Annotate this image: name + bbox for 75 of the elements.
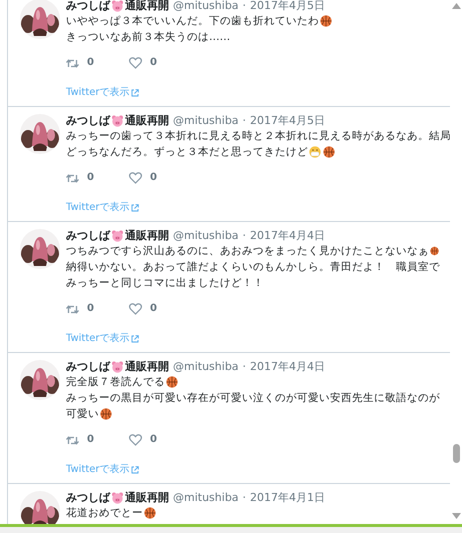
basketball-icon — [166, 376, 178, 388]
tweet-date: 2017年4月5日 — [250, 0, 326, 13]
tweet-text: どっちなんだろ。ずっと３本だと思ってきたけど — [66, 145, 308, 160]
author-name: みつしば — [66, 491, 110, 505]
tweet-date: 2017年4月1日 — [250, 491, 326, 505]
pig-face-icon — [111, 115, 124, 127]
pig-face-icon — [111, 492, 124, 504]
retweet-icon — [66, 172, 79, 184]
tweet-text: 花道おめでとー — [66, 506, 143, 521]
author-name: みつしば — [66, 360, 110, 374]
view-on-twitter-link[interactable]: Twitterで表示 — [66, 86, 130, 100]
author-handle: @mitushiba — [173, 229, 239, 243]
like-button[interactable]: 0 — [129, 302, 192, 316]
external-link-icon — [130, 204, 139, 212]
tweet-date: 2017年4月4日 — [250, 229, 326, 243]
pig-face-icon — [111, 361, 124, 373]
scroll-up-arrow-icon[interactable] — [452, 3, 460, 9]
retweet-icon — [66, 434, 79, 446]
tweet-text: いややっぱ３本でいいんだ。下の歯も折れていたわ — [66, 14, 319, 29]
tweet-date: 2017年4月4日 — [250, 360, 326, 374]
tweet-text: つちみつですら沢山あるのに、あおみつをまったく見かけたことないなぁ — [66, 244, 429, 259]
author-handle: @mitushiba — [173, 491, 239, 505]
mask-face-icon — [309, 146, 321, 158]
pig-face-icon — [111, 230, 124, 242]
retweet-button[interactable]: 0 — [66, 302, 129, 316]
retweet-icon — [66, 58, 79, 68]
tweet-text: 完全版７巻読んでる — [66, 375, 165, 390]
author-handle: @mitushiba — [173, 360, 239, 374]
author-name: みつしば — [66, 229, 110, 243]
author-name: 通販再開 — [125, 114, 169, 128]
external-link-icon — [130, 335, 139, 343]
view-on-twitter-link[interactable]: Twitterで表示 — [66, 201, 130, 215]
separator: · — [242, 229, 246, 243]
author-name: 通販再開 — [125, 360, 169, 374]
author-handle: @mitushiba — [173, 114, 239, 128]
separator: · — [242, 491, 246, 505]
pig-face-icon — [111, 0, 124, 12]
tweet-text: 納得いかない。あおって誰だよくらいのもんかしら。青田だよ！ 職員室で — [66, 260, 440, 275]
retweet-button[interactable]: 0 — [66, 56, 129, 70]
tweet-text: みっちーと同じコマに出ましたけど！！ — [66, 276, 264, 291]
basketball-icon — [430, 245, 439, 257]
retweet-button[interactable]: 0 — [66, 171, 129, 185]
basketball-icon — [320, 15, 332, 27]
tweet-text: みっちーの黒目が可愛い存在が可愛い泣くのが可愛い安西先生に敬語なのが — [66, 391, 440, 406]
author-name: 通販再開 — [125, 229, 169, 243]
external-link-icon — [130, 89, 139, 97]
basketball-icon — [323, 146, 335, 158]
author-name: みつしば — [66, 0, 110, 13]
author-name: 通販再開 — [125, 491, 169, 505]
tweet-text: きっついなあ前３本失うのは…… — [66, 30, 230, 45]
separator: · — [242, 0, 246, 13]
separator: · — [242, 360, 246, 374]
author-name: みつしば — [66, 114, 110, 128]
heart-icon — [129, 172, 142, 184]
author-handle: @mitushiba — [173, 0, 239, 13]
basketball-icon — [144, 507, 156, 519]
retweet-icon — [66, 304, 79, 314]
like-button[interactable]: 0 — [129, 171, 192, 185]
scrollbar-thumb[interactable] — [452, 444, 460, 463]
tweet-text: 可愛い — [66, 407, 99, 422]
like-button[interactable]: 0 — [129, 56, 192, 70]
separator: · — [242, 114, 246, 128]
view-on-twitter-link[interactable]: Twitterで表示 — [66, 332, 130, 346]
retweet-button[interactable]: 0 — [66, 433, 129, 447]
like-button[interactable]: 0 — [129, 433, 192, 447]
heart-icon — [129, 434, 142, 446]
tweet-text: みっちーの歯って３本折れに見える時と２本折れに見える時があるなあ。結局 — [66, 129, 450, 144]
tweet-date: 2017年4月5日 — [250, 114, 326, 128]
scroll-down-arrow-icon[interactable] — [452, 513, 460, 519]
heart-icon — [129, 57, 142, 69]
external-link-icon — [130, 466, 139, 474]
basketball-icon — [100, 408, 112, 420]
author-name: 通販再開 — [125, 0, 169, 13]
heart-icon — [129, 303, 142, 315]
view-on-twitter-link[interactable]: Twitterで表示 — [66, 463, 130, 477]
